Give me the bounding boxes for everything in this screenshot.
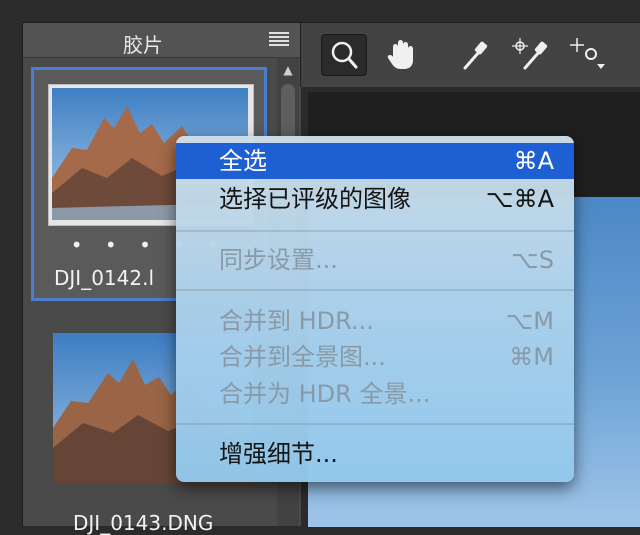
toolbar	[300, 22, 640, 87]
color-sampler-tool-button[interactable]	[507, 34, 553, 76]
hand-icon	[387, 40, 413, 69]
menu-item-label: 增强细节...	[219, 440, 338, 468]
thumbnail-filename: DJI_0143.DNG	[73, 511, 214, 535]
menu-item-select-rated[interactable]: 选择已评级的图像 ⌥⌘A	[176, 181, 574, 217]
menu-item-shortcut: ⌥S	[511, 246, 554, 274]
menu-item-select-all[interactable]: 全选 ⌘A	[176, 143, 574, 179]
filmstrip-title: 胶片	[123, 33, 163, 57]
white-balance-eyedropper-icon	[463, 41, 488, 70]
targeted-adjustment-icon	[570, 38, 605, 69]
menu-item-shortcut: ⌥M	[505, 307, 554, 335]
menu-item-shortcut: ⌘M	[509, 343, 554, 371]
scroll-up-icon[interactable]: ▲	[280, 63, 296, 77]
hand-tool-button[interactable]	[379, 34, 425, 76]
menu-separator	[176, 289, 574, 291]
menu-item-label: 同步设置...	[219, 246, 338, 274]
menu-item-shortcut: ⌥⌘A	[485, 185, 554, 213]
zoom-icon	[331, 41, 358, 69]
filmstrip-header: 胶片	[23, 23, 301, 58]
targeted-adjustment-tool-button[interactable]	[567, 34, 613, 76]
thumbnail-filename: DJI_0142.l	[54, 266, 155, 290]
menu-item-shortcut: ⌘A	[513, 147, 554, 175]
menu-item-label: 选择已评级的图像	[219, 185, 411, 213]
menu-item-enhance-details[interactable]: 增强细节...	[176, 436, 574, 472]
panel-menu-icon[interactable]	[269, 32, 289, 46]
menu-separator	[176, 423, 574, 425]
color-sampler-icon	[512, 38, 548, 70]
menu-item-label: 合并为 HDR 全景...	[219, 380, 431, 408]
menu-item-merge-panorama[interactable]: 合并到全景图... ⌘M	[176, 339, 574, 375]
zoom-tool-button[interactable]	[321, 34, 367, 76]
menu-item-sync-settings[interactable]: 同步设置... ⌥S	[176, 242, 574, 278]
white-balance-tool-button[interactable]	[451, 34, 497, 76]
menu-item-merge-hdr[interactable]: 合并到 HDR... ⌥M	[176, 303, 574, 339]
menu-item-label: 合并到全景图...	[219, 343, 386, 371]
menu-item-merge-hdr-panorama[interactable]: 合并为 HDR 全景...	[176, 376, 574, 412]
menu-separator	[176, 230, 574, 232]
menu-item-label: 全选	[219, 147, 267, 175]
menu-item-label: 合并到 HDR...	[219, 307, 374, 335]
context-menu: 全选 ⌘A 选择已评级的图像 ⌥⌘A 同步设置... ⌥S 合并到 HDR...…	[176, 136, 574, 482]
